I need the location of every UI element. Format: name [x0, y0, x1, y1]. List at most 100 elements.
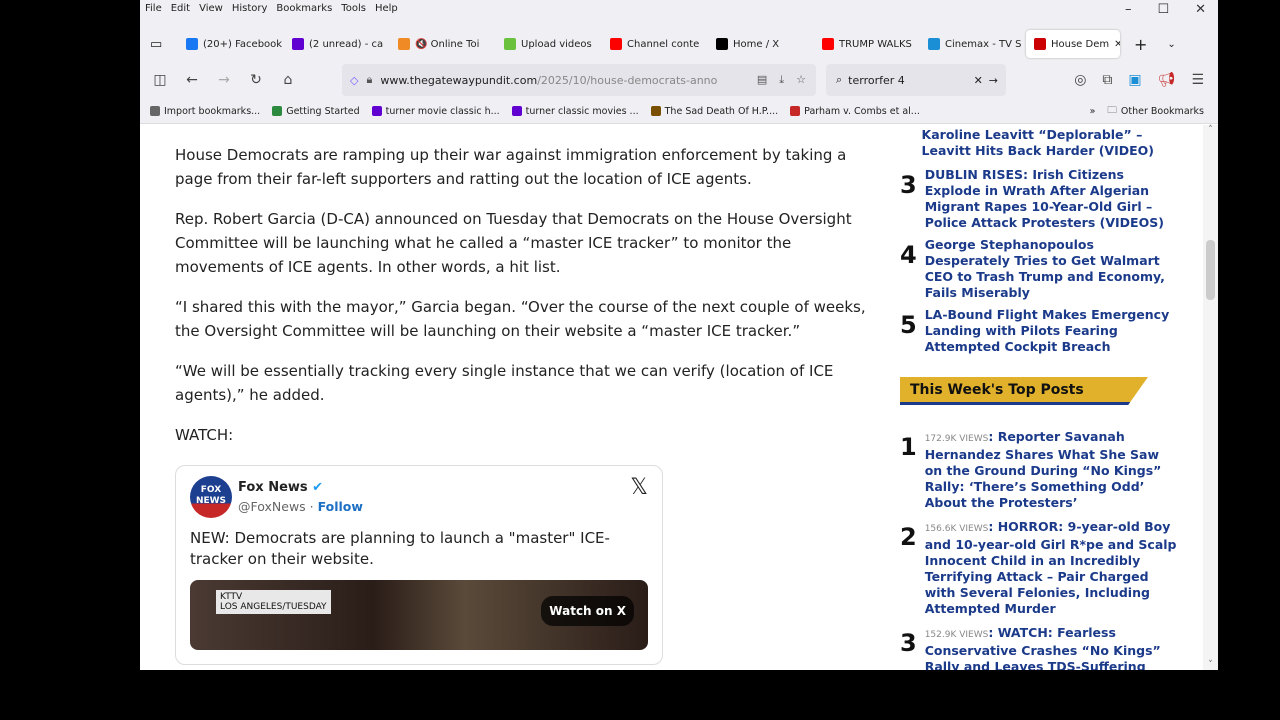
bookmark-label: Getting Started	[286, 105, 360, 117]
scrollbar[interactable]: ˄ ˅	[1203, 125, 1218, 670]
home-button[interactable]: ⌂	[272, 72, 304, 88]
search-input[interactable]: terrorfer 4	[848, 74, 905, 87]
menu-file[interactable]: File	[145, 3, 162, 14]
bookmark-item[interactable]: turner movie classic h...	[371, 105, 500, 117]
minimize-button[interactable]: –	[1125, 2, 1132, 17]
reload-button[interactable]: ↻	[240, 72, 272, 88]
bookmark-label: Parham v. Combs et al...	[804, 105, 920, 117]
menu-tools[interactable]: Tools	[341, 3, 366, 14]
tweet-video[interactable]: KTTV LOS ANGELES/TUESDAY Watch on X	[190, 580, 648, 650]
lock-icon[interactable]: 🔒︎	[366, 73, 372, 87]
clear-search-icon[interactable]: ✕	[974, 74, 983, 87]
trending-item: 4 George Stephanopoulos Desperately Tries…	[900, 237, 1180, 301]
bookmark-item[interactable]: Getting Started	[272, 105, 360, 117]
tab-favicon-icon	[398, 38, 410, 50]
tab[interactable]: 🔇 Online Toi	[390, 30, 496, 58]
bookmark-favicon-icon	[272, 106, 283, 116]
paragraph: “I shared this with the mayor,” Garcia b…	[175, 298, 866, 340]
search-icon: ⌕	[836, 73, 843, 86]
tab[interactable]: Home / X	[708, 30, 814, 58]
tab[interactable]: Cinemax - TV S	[920, 30, 1026, 58]
bookmark-star-icon[interactable]: ☆	[796, 73, 806, 87]
tweet-handle[interactable]: @FoxNews	[238, 499, 306, 514]
trending-link[interactable]: Karoline Leavitt “Deplorable” – Leavitt …	[922, 127, 1180, 159]
tab-label: Home / X	[733, 38, 780, 50]
tab[interactable]: TRUMP WALKS	[814, 30, 920, 58]
tab-label: Upload videos	[521, 38, 592, 50]
trending-link[interactable]: LA-Bound Flight Makes Emergency Landing …	[925, 307, 1180, 355]
embedded-tweet[interactable]: FOX NEWS Fox News ✔ @FoxNews · Follow 𝕏 N…	[175, 465, 663, 665]
calendar-extension-icon[interactable]: ▣	[1128, 72, 1141, 88]
tab-bar: ▭ (20+) Facebook (2 unread) - ca 🔇 Online …	[150, 30, 1218, 58]
watch-on-x-button[interactable]: Watch on X	[541, 596, 634, 626]
tab-favicon-icon	[610, 38, 622, 50]
nav-bar: ◫ ← → ↻ ⌂ ◇ 🔒︎ www.thegatewaypundit.com/…	[140, 64, 1218, 96]
url-bar[interactable]: ◇ 🔒︎ www.thegatewaypundit.com/2025/10/ho…	[342, 64, 816, 96]
close-tab-icon[interactable]: ✕	[1114, 39, 1120, 50]
tweet-author[interactable]: Fox News	[238, 480, 308, 495]
paragraph: House Democrats are ramping up their war…	[175, 146, 847, 188]
bookmarks-overflow-icon[interactable]: »	[1090, 106, 1096, 117]
scrollbar-thumb[interactable]	[1206, 240, 1215, 300]
tab-favicon-icon	[186, 38, 198, 50]
trending-link[interactable]: George Stephanopoulos Desperately Tries …	[925, 237, 1180, 301]
save-icon[interactable]: ⤓	[779, 73, 784, 87]
section-heading: This Week's Top Posts	[900, 377, 1148, 405]
menu-help[interactable]: Help	[375, 3, 398, 14]
close-window-button[interactable]: ✕	[1195, 2, 1206, 17]
tab[interactable]: (20+) Facebook	[178, 30, 284, 58]
new-tab-button[interactable]: +	[1134, 35, 1147, 54]
bookmark-item[interactable]: Parham v. Combs et al...	[790, 106, 920, 117]
bookmark-item[interactable]: The Sad Death Of H.P....	[650, 105, 779, 117]
follow-link[interactable]: Follow	[318, 499, 363, 514]
menu-history[interactable]: History	[232, 3, 268, 14]
extensions-icon[interactable]: ⧉	[1102, 72, 1112, 88]
tab-list-chevron-icon[interactable]: ⌄	[1167, 39, 1175, 50]
sidebar-toggle-icon[interactable]: ◫	[144, 72, 176, 88]
rank-number: 3	[900, 171, 917, 199]
trending-link[interactable]: DUBLIN RISES: Irish Citizens Explode in …	[925, 167, 1180, 231]
maximize-button[interactable]: ☐	[1157, 2, 1169, 17]
bookmark-item[interactable]: turner classic movies ...	[511, 106, 639, 117]
app-menu-icon[interactable]: ☰	[1191, 72, 1204, 88]
sidebar: Karoline Leavitt “Deplorable” – Leavitt …	[900, 125, 1180, 670]
bookmark-favicon-icon	[150, 106, 160, 116]
bookmark-label: turner movie classic h...	[385, 105, 500, 117]
menu-bookmarks[interactable]: Bookmarks	[276, 3, 332, 14]
chyron-station: KTTV	[220, 592, 243, 602]
browser-chrome: File Edit View History Bookmarks Tools H…	[140, 0, 1218, 124]
bookmark-favicon-icon	[650, 106, 661, 116]
menu-bar: File Edit View History Bookmarks Tools H…	[145, 3, 398, 14]
view-count: 152.9K VIEWS	[924, 630, 989, 640]
bookmark-favicon-icon	[511, 106, 522, 116]
rank-number: 2	[900, 523, 917, 551]
tab-favicon-icon	[716, 38, 728, 50]
tab[interactable]: (2 unread) - ca	[284, 30, 390, 58]
go-arrow-icon[interactable]: →	[989, 74, 1006, 87]
tab[interactable]: Upload videos	[496, 30, 602, 58]
bookmark-favicon-icon	[790, 106, 801, 116]
menu-view[interactable]: View	[199, 3, 223, 14]
trending-item: 3 DUBLIN RISES: Irish Citizens Explode in…	[900, 167, 1180, 231]
fox-news-avatar[interactable]: FOX NEWS	[190, 476, 232, 518]
shield-icon[interactable]: ◇	[350, 74, 358, 87]
reader-view-icon[interactable]: ▤	[757, 73, 767, 87]
forward-button[interactable]: →	[208, 72, 240, 88]
menu-edit[interactable]: Edit	[171, 3, 190, 14]
chyron-location: LOS ANGELES/TUESDAY	[220, 602, 327, 612]
url-path: /2025/10/house-democrats-anno	[537, 73, 718, 87]
tab-overview-icon[interactable]: ▭	[150, 37, 178, 52]
bookmark-label: The Sad Death Of H.P....	[664, 105, 779, 117]
search-box[interactable]: ⌕ terrorfer 4 ✕ →	[826, 64, 1006, 96]
x-logo-icon[interactable]: 𝕏	[630, 476, 648, 500]
account-icon[interactable]: ◎	[1074, 72, 1086, 88]
folder-icon: 🗀︎	[1107, 105, 1117, 116]
view-count: 172.9K VIEWS	[924, 434, 989, 444]
tab[interactable]: Channel conte	[602, 30, 708, 58]
back-button[interactable]: ←	[176, 72, 208, 88]
bookmarks-toolbar: Import bookmarks... Getting Started turner…	[150, 102, 1218, 120]
bookmark-item[interactable]: Import bookmarks...	[150, 106, 260, 117]
tab[interactable]: House Dem ✕	[1026, 30, 1120, 58]
other-bookmarks[interactable]: 🗀︎ Other Bookmarks	[1107, 103, 1218, 119]
megaphone-icon[interactable]: 📢︎	[1158, 72, 1176, 88]
